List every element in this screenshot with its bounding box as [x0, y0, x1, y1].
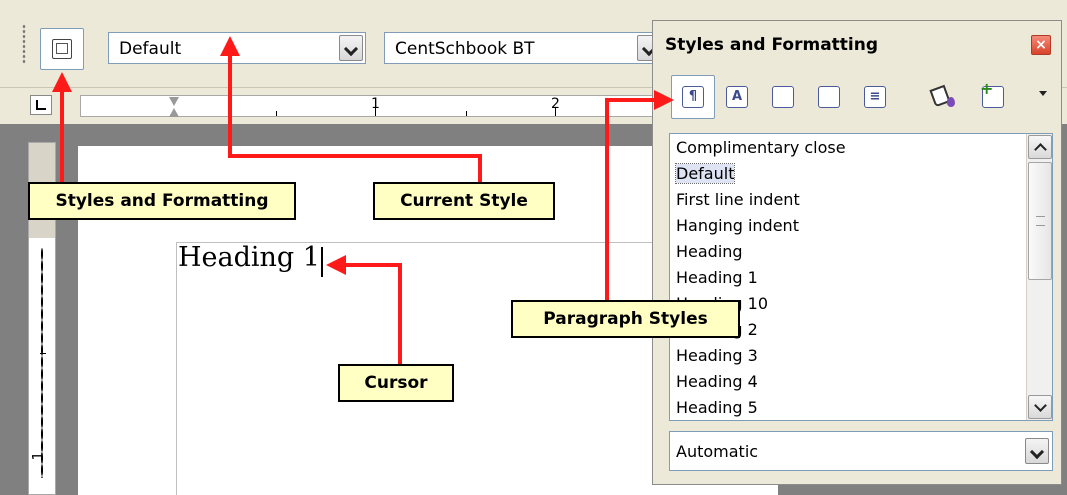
style-list-item[interactable]: Heading 1	[670, 265, 1010, 291]
text-cursor	[321, 247, 323, 277]
style-list-item[interactable]: Hanging indent	[670, 213, 1010, 239]
chevron-down-icon[interactable]	[339, 35, 363, 61]
style-filter-value: Automatic	[676, 442, 759, 461]
page-styles-button[interactable]	[813, 81, 845, 113]
horizontal-ruler[interactable]: 1 2	[80, 95, 660, 117]
character-styles-icon: A	[726, 86, 748, 108]
callout-cursor: Cursor	[338, 364, 454, 402]
heading-paragraph[interactable]: Heading 1	[178, 242, 320, 273]
page-styles-icon	[818, 86, 840, 108]
ruler-number: 1	[30, 451, 47, 461]
style-family-toolbar: ¶ A ≡ +	[665, 75, 1053, 119]
callout-styles-and-formatting: Styles and Formatting	[28, 182, 296, 220]
ruler-tick	[375, 108, 376, 116]
scroll-up-button[interactable]	[1028, 135, 1052, 159]
style-filter-combobox[interactable]: Automatic	[669, 431, 1053, 471]
list-styles-button[interactable]: ≡	[859, 81, 891, 113]
style-name: Heading	[676, 242, 743, 261]
style-list-items: Complimentary close Default First line ind…	[670, 134, 1052, 420]
fill-format-mode-button[interactable]	[927, 81, 959, 113]
style-name: Heading 5	[676, 398, 758, 417]
font-name-value: CentSchbook BT	[395, 39, 535, 59]
chevron-down-icon[interactable]	[1025, 438, 1049, 464]
callout-current-style: Current Style	[373, 182, 555, 220]
ruler-tick	[466, 111, 467, 116]
vertical-scrollbar[interactable]	[1026, 134, 1052, 420]
scroll-down-button[interactable]	[1028, 395, 1052, 419]
font-name-combobox[interactable]: CentSchbook BT	[384, 32, 664, 64]
style-list-item[interactable]: Heading 3	[670, 343, 1010, 369]
ruler-tick	[555, 108, 556, 116]
paragraph-styles-button[interactable]: ¶	[671, 75, 715, 119]
frame-styles-button[interactable]	[767, 81, 799, 113]
paint-drop-icon	[947, 97, 955, 107]
style-name: Default	[674, 163, 736, 184]
vertical-ruler-dots	[41, 248, 43, 478]
stylist-icon	[52, 39, 72, 59]
frame-styles-icon	[772, 86, 794, 108]
tab-stop-selector-icon[interactable]	[30, 95, 52, 115]
current-style-value: Default	[119, 39, 182, 59]
style-name: First line indent	[676, 190, 800, 209]
plus-icon: +	[980, 79, 994, 98]
scroll-thumb[interactable]	[1028, 162, 1052, 280]
ruler-tick	[40, 353, 46, 354]
dropdown-arrow-icon[interactable]	[1039, 91, 1047, 96]
style-list-item[interactable]: First line indent	[670, 187, 1010, 213]
toolbar-grip[interactable]	[22, 24, 26, 64]
apply-style-combobox[interactable]: Default	[108, 32, 366, 64]
character-styles-button[interactable]: A	[721, 81, 753, 113]
style-list-item[interactable]: Complimentary close	[670, 135, 1010, 161]
new-style-from-selection-button[interactable]: +	[977, 81, 1009, 113]
style-list-item[interactable]: Default	[670, 161, 1010, 187]
close-icon[interactable]: ×	[1031, 35, 1051, 55]
style-list-item[interactable]: Heading	[670, 239, 1010, 265]
style-name: Complimentary close	[676, 138, 846, 157]
style-list-item[interactable]: Heading 4	[670, 369, 1010, 395]
style-name: Heading 1	[676, 268, 758, 287]
list-styles-icon: ≡	[864, 86, 886, 108]
style-name: Heading 3	[676, 346, 758, 365]
style-name: Heading 4	[676, 372, 758, 391]
paragraph-styles-icon: ¶	[682, 86, 704, 108]
styles-and-formatting-button[interactable]	[40, 28, 84, 70]
callout-paragraph-styles: Paragraph Styles	[511, 300, 740, 338]
indent-marker-icon[interactable]	[169, 97, 179, 117]
style-list-item[interactable]: Heading 5	[670, 395, 1010, 420]
style-list[interactable]: Complimentary close Default First line ind…	[669, 133, 1053, 421]
ruler-tick	[276, 111, 277, 116]
styles-and-formatting-window: Styles and Formatting × ¶ A ≡ + Complime…	[652, 20, 1062, 485]
ruler-dots	[81, 106, 659, 108]
panel-title: Styles and Formatting	[665, 35, 879, 55]
style-name: Hanging indent	[676, 216, 799, 235]
